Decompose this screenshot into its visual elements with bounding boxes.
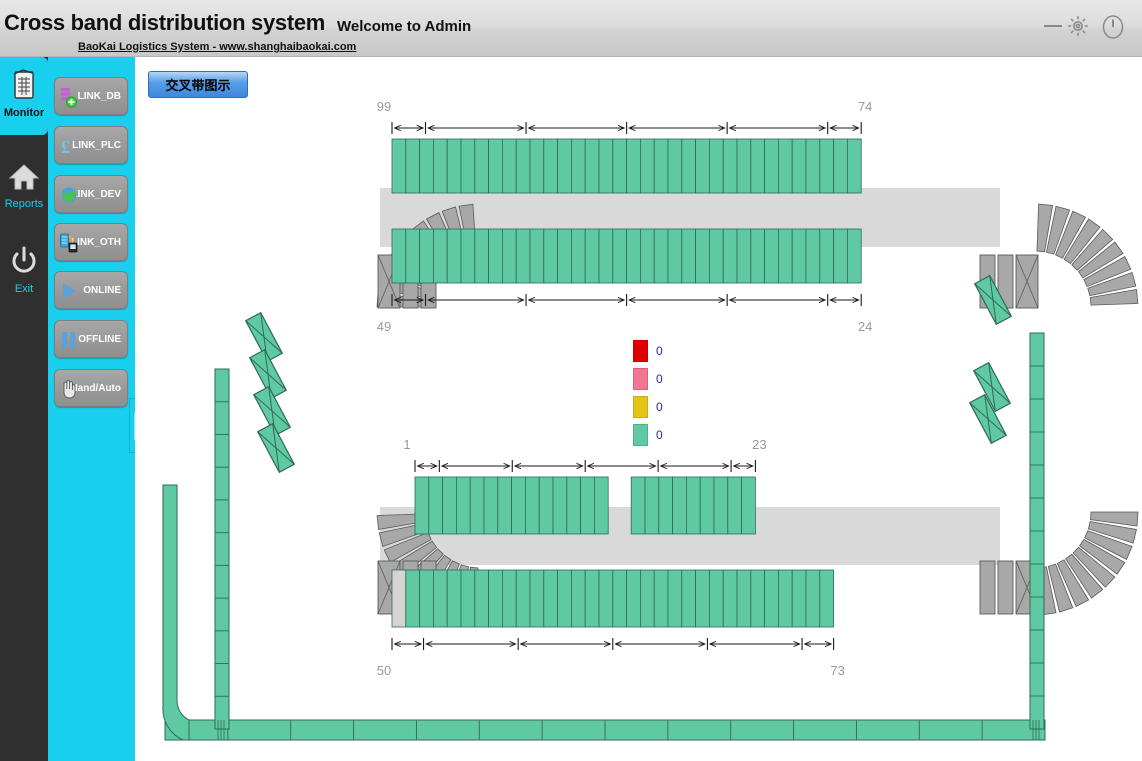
power-icon	[0, 245, 48, 280]
legend-swatch-red	[633, 340, 648, 362]
play-icon	[59, 280, 79, 302]
action-panel: LINK_DB £ LINK_PLC LINK_DEV	[48, 57, 135, 761]
link-plc-label: LINK_PLC	[72, 140, 121, 151]
page-title: Cross band distribution system	[4, 10, 325, 36]
corner-top-right	[1037, 204, 1138, 305]
application-window: Cross band distribution system BaoKai Lo…	[0, 0, 1142, 761]
legend-swatch-pink	[633, 368, 648, 390]
corner-bottom-right	[1039, 512, 1138, 615]
link-db-button[interactable]: LINK_DB	[54, 77, 128, 115]
app-subtitle: BaoKai Logistics System - www.shanghaiba…	[78, 41, 356, 53]
svg-text:£: £	[61, 137, 70, 157]
database-add-icon	[59, 86, 79, 108]
svg-text:99: 99	[377, 99, 391, 114]
online-label: ONLINE	[83, 285, 121, 296]
pause-icon	[59, 329, 79, 351]
legend-value: 0	[656, 372, 663, 386]
legend-value: 0	[656, 428, 663, 442]
legend-row: 0	[633, 393, 663, 421]
sidebar-item-reports-label: Reports	[0, 198, 48, 210]
globe-icon	[59, 184, 79, 206]
home-icon	[0, 162, 48, 195]
legend-row: 0	[633, 421, 663, 449]
left-rail: Monitor Reports Exit	[0, 57, 48, 761]
sidebar-item-monitor[interactable]: Monitor	[0, 57, 48, 135]
link-oth-button[interactable]: LINK_OTH	[54, 223, 128, 261]
svg-text:1: 1	[403, 437, 410, 452]
row-bottom: 50 73	[377, 570, 845, 678]
legend-swatch-green	[633, 424, 648, 446]
plc-icon: £	[59, 135, 79, 157]
minimize-icon[interactable]	[1042, 14, 1064, 36]
legend-swatch-yellow	[633, 396, 648, 418]
hand-auto-button[interactable]: Hand/Auto	[54, 369, 128, 407]
svg-text:74: 74	[858, 99, 872, 114]
svg-text:50: 50	[377, 663, 391, 678]
title-bar: Cross band distribution system BaoKai Lo…	[0, 0, 1142, 57]
legend: 0 0 0 0	[633, 337, 663, 449]
row-top: 99 74	[377, 99, 873, 193]
svg-text:49: 49	[377, 319, 391, 334]
link-plc-button[interactable]: £ LINK_PLC	[54, 126, 128, 164]
svg-text:24: 24	[858, 319, 872, 334]
link-dev-button[interactable]: LINK_DEV	[54, 175, 128, 213]
svg-text:23: 23	[752, 437, 766, 452]
legend-value: 0	[656, 400, 663, 414]
legend-row: 0	[633, 337, 663, 365]
sidebar-item-exit-label: Exit	[0, 283, 48, 295]
legend-row: 0	[633, 365, 663, 393]
offline-label: OFFLINE	[78, 334, 121, 345]
offline-button[interactable]: OFFLINE	[54, 320, 128, 358]
hand-icon	[59, 378, 79, 400]
legend-value: 0	[656, 344, 663, 358]
gear-icon[interactable]	[1066, 14, 1090, 38]
monitor-report-icon	[0, 67, 48, 104]
link-db-label: LINK_DB	[78, 91, 121, 102]
main-content: 交叉带图示	[135, 57, 1142, 761]
online-button[interactable]: ONLINE	[54, 271, 128, 309]
sidebar-item-reports[interactable]: Reports	[0, 152, 48, 210]
welcome-label: Welcome to Admin	[337, 18, 471, 35]
sidebar-item-monitor-label: Monitor	[0, 107, 48, 119]
device-other-icon	[59, 232, 79, 254]
sidebar-item-exit[interactable]: Exit	[0, 235, 48, 295]
svg-text:73: 73	[830, 663, 844, 678]
power-icon[interactable]	[1100, 14, 1126, 40]
